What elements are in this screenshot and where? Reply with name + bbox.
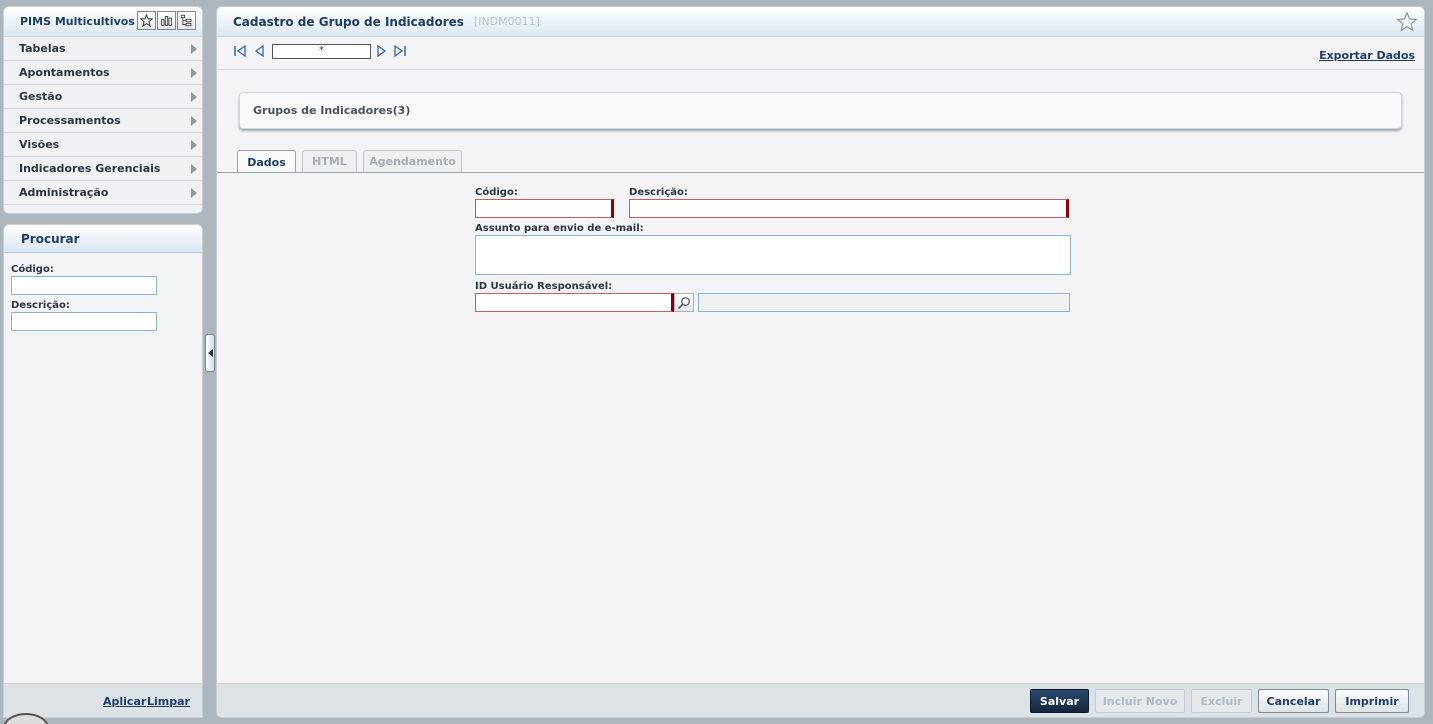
tree-list-icon[interactable]	[177, 11, 196, 30]
menu-header-icons	[137, 11, 196, 30]
main-menu-panel: PIMS Multicultivos Tabelas Apontamentos …	[3, 6, 203, 214]
form-tabs: Dados HTML Agendamento	[237, 150, 462, 173]
indicator-groups-label: Grupos de Indicadores(3)	[253, 104, 411, 117]
menu-item-apontamentos[interactable]: Apontamentos	[4, 61, 202, 85]
delete-button[interactable]: Excluir	[1191, 689, 1252, 713]
record-position-field[interactable]: *	[272, 44, 371, 59]
assunto-label: Assunto para envio de e-mail:	[475, 223, 644, 234]
search-footer: Aplicar Limpar	[4, 683, 202, 717]
chevron-left-icon	[207, 349, 213, 357]
search-descricao-input[interactable]	[11, 312, 157, 331]
apply-link[interactable]: Aplicar	[103, 695, 146, 708]
search-codigo-label: Código:	[11, 264, 54, 275]
tab-agendamento[interactable]: Agendamento	[363, 150, 462, 172]
magnifier-icon	[677, 296, 690, 309]
first-record-icon[interactable]	[233, 44, 247, 58]
user-lookup-button[interactable]	[674, 293, 694, 312]
previous-record-icon[interactable]	[253, 44, 267, 58]
menu-item-gestao[interactable]: Gestão	[4, 85, 202, 109]
menu-item-administracao[interactable]: Administração	[4, 181, 202, 205]
menu-item-label: Administração	[19, 186, 109, 199]
menu-item-processamentos[interactable]: Processamentos	[4, 109, 202, 133]
menu-item-label: Gestão	[19, 90, 63, 103]
tab-divider	[217, 172, 1424, 173]
search-descricao-label: Descrição:	[11, 300, 70, 311]
bar-chart-icon[interactable]	[157, 11, 176, 30]
menu-item-label: Visões	[19, 138, 60, 151]
main-header: Cadastro de Grupo de Indicadores [INDM00…	[217, 7, 1424, 37]
clear-link[interactable]: Limpar	[147, 695, 190, 708]
tab-html[interactable]: HTML	[302, 150, 357, 172]
tab-label: Dados	[247, 155, 286, 169]
chevron-right-icon	[191, 140, 197, 150]
indicator-groups-box[interactable]: Grupos de Indicadores(3)	[239, 92, 1402, 129]
assunto-textarea[interactable]	[475, 235, 1071, 275]
menu-item-label: Processamentos	[19, 114, 121, 127]
menu-item-label: Apontamentos	[19, 66, 110, 79]
export-data-link[interactable]: Exportar Dados	[1319, 49, 1415, 62]
print-button[interactable]: Imprimir	[1335, 689, 1409, 713]
search-panel: Procurar Código: Descrição: Aplicar Limp…	[3, 224, 203, 718]
chevron-right-icon	[191, 92, 197, 102]
tab-label: HTML	[312, 155, 347, 168]
next-record-icon[interactable]	[374, 44, 388, 58]
tab-label: Agendamento	[369, 155, 456, 168]
usuario-label: ID Usuário Responsável:	[475, 281, 613, 292]
search-codigo-input[interactable]	[11, 276, 157, 295]
favorites-star-icon[interactable]	[137, 11, 156, 30]
menu-item-indicadores-gerenciais[interactable]: Indicadores Gerenciais	[4, 157, 202, 181]
chevron-right-icon	[191, 68, 197, 78]
save-button[interactable]: Salvar	[1030, 689, 1089, 713]
menu-header: PIMS Multicultivos	[4, 7, 202, 37]
menu-item-tabelas[interactable]: Tabelas	[4, 37, 202, 61]
usuario-id-input[interactable]	[475, 293, 674, 312]
chevron-right-icon	[191, 188, 197, 198]
menu-item-visoes[interactable]: Visões	[4, 133, 202, 157]
collapse-sidebar-handle[interactable]	[205, 334, 215, 372]
descricao-label: Descrição:	[629, 187, 688, 198]
last-record-icon[interactable]	[393, 44, 407, 58]
search-panel-title: Procurar	[4, 225, 202, 253]
menu-item-label: Tabelas	[19, 42, 66, 55]
page-code: [INDM0011]	[473, 15, 540, 28]
chevron-right-icon	[191, 164, 197, 174]
descricao-input[interactable]	[629, 199, 1069, 218]
main-panel: Cadastro de Grupo de Indicadores [INDM00…	[216, 6, 1425, 718]
app-title: PIMS Multicultivos	[20, 15, 135, 28]
add-new-button[interactable]: Incluir Novo	[1095, 689, 1185, 713]
favorite-star-icon[interactable]	[1396, 11, 1418, 36]
record-navigation-bar: * Exportar Dados	[217, 37, 1424, 70]
menu-item-label: Indicadores Gerenciais	[19, 162, 161, 175]
tab-dados[interactable]: Dados	[237, 150, 296, 173]
codigo-input[interactable]	[475, 199, 614, 218]
page-title: Cadastro de Grupo de Indicadores	[233, 14, 464, 29]
action-footer: Salvar Incluir Novo Excluir Cancelar Imp…	[217, 683, 1424, 717]
cancel-button[interactable]: Cancelar	[1258, 689, 1329, 713]
chevron-right-icon	[191, 44, 197, 54]
chevron-right-icon	[191, 116, 197, 126]
usuario-name-display	[698, 293, 1070, 312]
codigo-label: Código:	[475, 187, 518, 198]
